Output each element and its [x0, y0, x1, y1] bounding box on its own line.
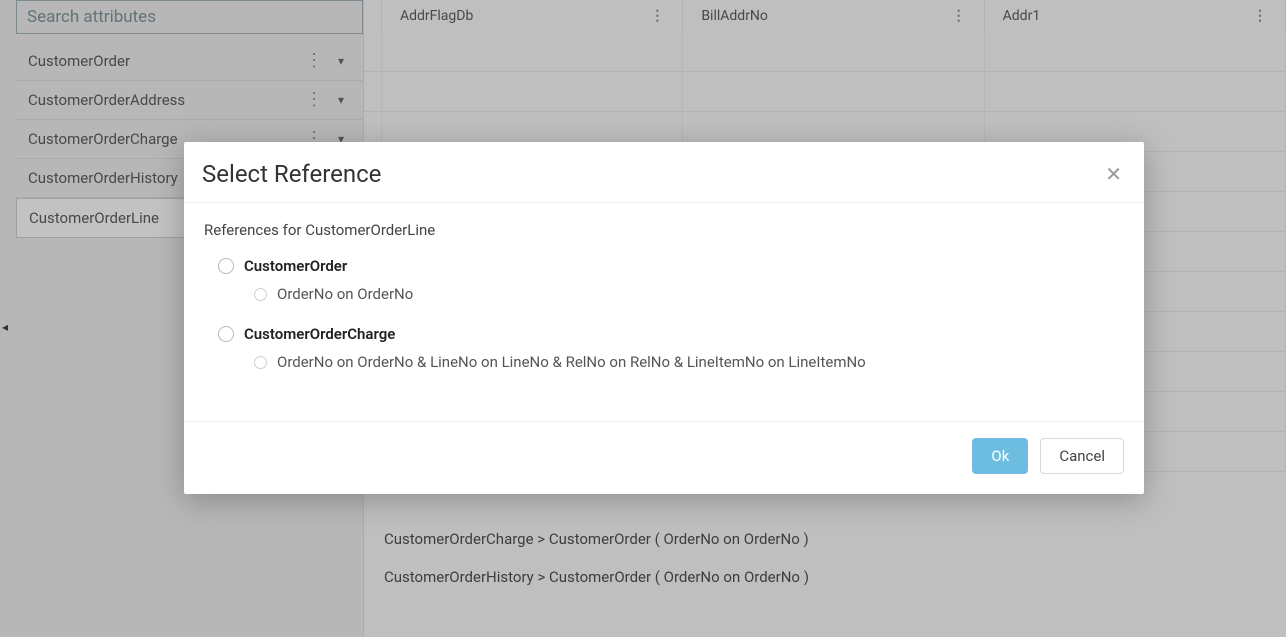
ok-button[interactable]: Ok: [972, 438, 1028, 474]
radio-icon[interactable]: [254, 288, 267, 301]
reference-detail: OrderNo on OrderNo & LineNo on LineNo & …: [277, 353, 866, 371]
reference-group: CustomerOrder OrderNo on OrderNo: [204, 257, 1124, 303]
reference-name: CustomerOrderCharge: [244, 325, 395, 343]
radio-icon[interactable]: [254, 356, 267, 369]
select-reference-dialog: Select Reference ✕ References for Custom…: [184, 142, 1144, 494]
reference-group: CustomerOrderCharge OrderNo on OrderNo &…: [204, 325, 1124, 371]
cancel-button[interactable]: Cancel: [1040, 438, 1124, 474]
reference-option[interactable]: CustomerOrder: [204, 257, 1124, 275]
modal-footer: Ok Cancel: [184, 421, 1144, 494]
radio-icon[interactable]: [218, 258, 234, 274]
reference-detail: OrderNo on OrderNo: [277, 285, 413, 303]
modal-title: Select Reference: [202, 160, 381, 188]
close-icon[interactable]: ✕: [1105, 164, 1122, 184]
modal-header: Select Reference ✕: [184, 142, 1144, 203]
modal-body: References for CustomerOrderLine Custome…: [184, 203, 1144, 421]
reference-option[interactable]: CustomerOrderCharge: [204, 325, 1124, 343]
modal-subtitle: References for CustomerOrderLine: [204, 221, 1124, 239]
reference-detail-option[interactable]: OrderNo on OrderNo & LineNo on LineNo & …: [204, 353, 1124, 371]
reference-detail-option[interactable]: OrderNo on OrderNo: [204, 285, 1124, 303]
reference-name: CustomerOrder: [244, 257, 347, 275]
radio-icon[interactable]: [218, 326, 234, 342]
